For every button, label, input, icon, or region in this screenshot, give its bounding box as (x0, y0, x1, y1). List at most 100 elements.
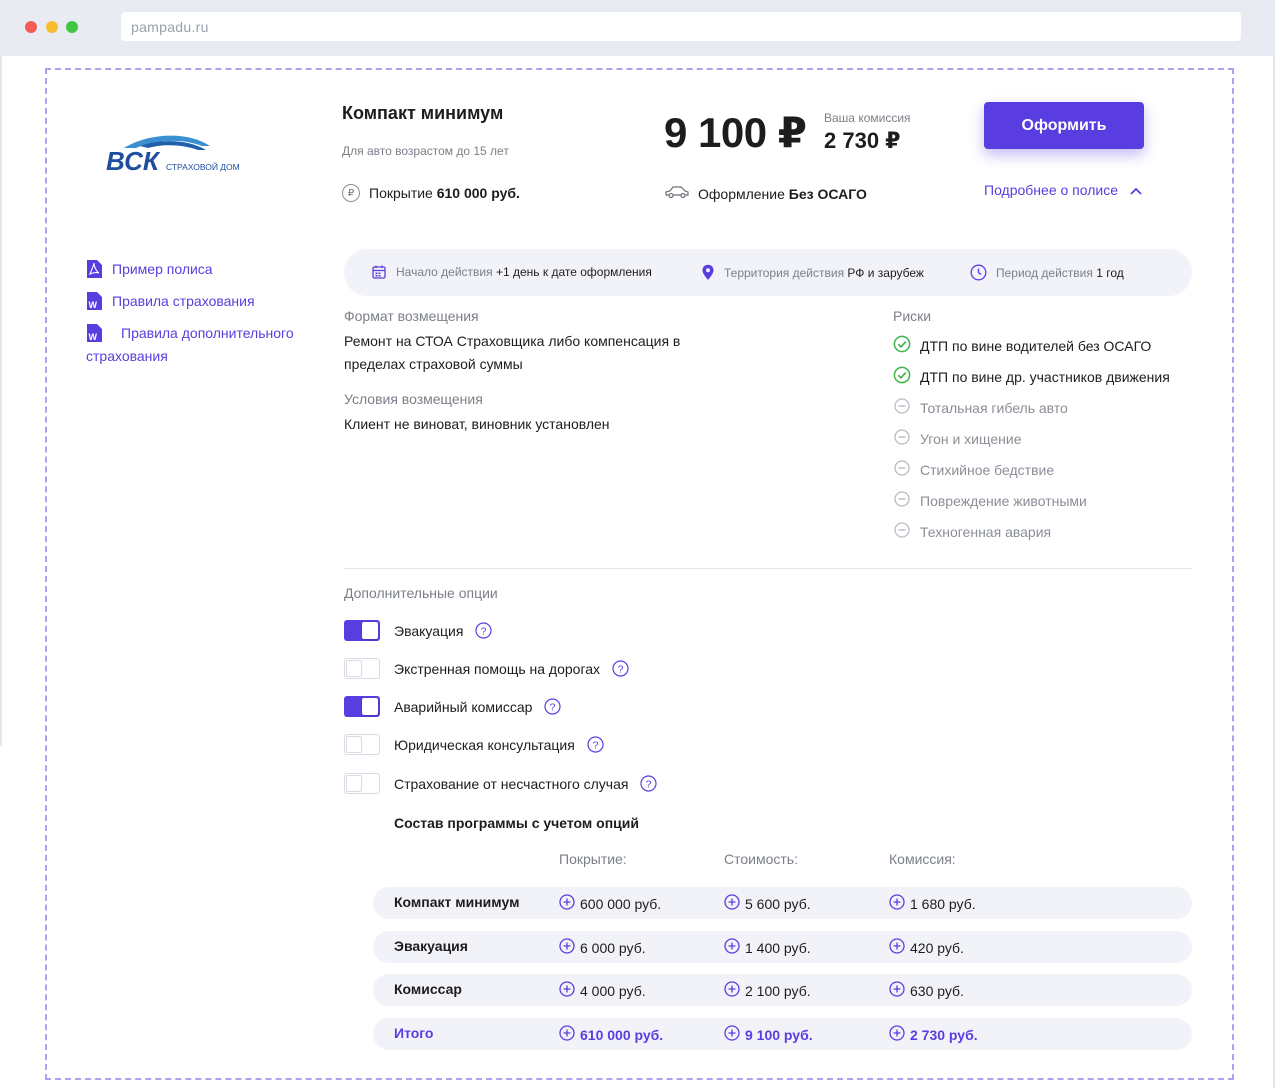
policy-details-link[interactable]: Подробнее о полисе (984, 182, 1142, 198)
svg-text:?: ? (592, 739, 598, 751)
option-toggle[interactable] (344, 734, 380, 755)
row-name: Компакт минимум (394, 894, 520, 910)
issue-value: Без ОСАГО (788, 185, 867, 202)
help-question-icon[interactable]: ? (544, 698, 562, 715)
risk-item: ДТП по вине др. участников движения (893, 361, 1170, 392)
option-label: Аварийный комиссар (394, 698, 533, 715)
policy-terms-bar: Начало действия +1 день к дате оформлени… (344, 249, 1192, 296)
row-commission-value: 2 730 руб. (910, 1026, 978, 1043)
conditions-label: Условия возмещения (344, 391, 483, 407)
help-question-icon[interactable]: ? (475, 622, 493, 639)
help-question-icon[interactable]: ? (640, 775, 658, 792)
browser-toolbar: pampadu.ru (0, 0, 1275, 56)
issue-label: Оформление (698, 185, 785, 202)
doc-link-insurance-rules[interactable]: W Правила страхования (86, 290, 316, 313)
coverage-value: 610 000 руб. (436, 185, 520, 201)
window-maximize-button[interactable] (66, 21, 78, 33)
window-minimize-button[interactable] (46, 21, 58, 33)
window-close-button[interactable] (25, 21, 37, 33)
policy-card (45, 68, 1234, 1080)
logo-text: ВСК (106, 146, 161, 176)
toggle-knob (346, 736, 362, 753)
plan-title: Компакт минимум (342, 103, 504, 123)
minus-circle-icon (893, 397, 911, 418)
row-commission: 1 680 руб. (889, 894, 976, 913)
frame-left-edge (0, 56, 2, 746)
help-question-icon[interactable]: ? (587, 736, 604, 753)
check-circle-icon (893, 366, 911, 387)
row-cost: 9 100 руб. (724, 1025, 813, 1044)
row-commission-value: 420 руб. (910, 939, 964, 956)
policy-details-label[interactable]: Подробнее о полисе (984, 182, 1118, 198)
row-cost-value: 1 400 руб. (745, 939, 811, 956)
table-row: Эвакуация 6 000 руб. 1 400 руб. 420 руб. (373, 931, 1192, 963)
submit-button[interactable]: Оформить (984, 102, 1144, 149)
doc-label[interactable]: Правила дополнительного страхования (86, 325, 294, 364)
plan-subtitle: Для авто возрастом до 15 лет (342, 144, 509, 158)
address-bar[interactable]: pampadu.ru (121, 12, 1241, 41)
toggle-knob (362, 622, 378, 639)
row-name: Эвакуация (394, 938, 468, 954)
ruble-icon: ₽ (342, 184, 360, 202)
period-info: Период действия 1 год (970, 264, 1124, 281)
risk-item: Тотальная гибель авто (893, 392, 1170, 423)
calendar-icon (372, 265, 386, 279)
option-toggle[interactable] (344, 773, 380, 794)
doc-label[interactable]: Пример полиса (112, 258, 213, 281)
doc-label[interactable]: Правила страхования (112, 290, 255, 313)
territory-value: РФ и зарубеж (847, 265, 924, 280)
row-cost-value: 5 600 руб. (745, 895, 811, 912)
plus-circle-icon (559, 938, 575, 957)
format-text: Ремонт на СТОА Страховщика либо компенса… (344, 333, 681, 372)
svg-text:W: W (89, 300, 98, 310)
toggle-knob (362, 698, 378, 715)
period-label: Период действия (996, 265, 1093, 280)
svg-text:?: ? (481, 625, 487, 637)
vsk-logo: ВСК СТРАХОВОЙ ДОМ (106, 132, 256, 176)
option-item: Экстренная помощь на дорогах? (344, 658, 629, 679)
period-value: 1 год (1096, 265, 1124, 280)
risk-item: ДТП по вине водителей без ОСАГО (893, 330, 1170, 361)
reimbursement-format: Формат возмещения Ремонт на СТОА Страхов… (344, 308, 744, 376)
help-question-icon[interactable]: ? (612, 660, 629, 677)
row-name: Комиссар (394, 981, 462, 997)
row-commission-value: 630 руб. (910, 982, 964, 999)
doc-link-policy-example[interactable]: Пример полиса (86, 258, 316, 281)
risk-label: ДТП по вине др. участников движения (920, 368, 1170, 385)
doc-link-additional-rules[interactable]: W Правила дополнительного страхования (86, 322, 316, 368)
option-toggle[interactable] (344, 620, 380, 641)
row-cost: 5 600 руб. (724, 894, 811, 913)
row-cost-value: 9 100 руб. (745, 1026, 813, 1043)
row-cost: 2 100 руб. (724, 981, 811, 1000)
risk-label: Повреждение животными (920, 492, 1087, 509)
plus-circle-icon (724, 938, 740, 957)
option-item: Страхование от несчастного случая? (344, 773, 658, 794)
policy-price: 9 100 ₽ (664, 109, 807, 156)
logo-subtitle: СТРАХОВОЙ ДОМ (166, 161, 240, 172)
column-header-cost: Стоимость: (724, 851, 798, 867)
chevron-up-icon[interactable] (1130, 182, 1142, 198)
territory-label: Территория действия (724, 265, 845, 280)
option-label: Страхование от несчастного случая (394, 775, 629, 792)
row-commission: 630 руб. (889, 981, 964, 1000)
location-pin-icon (702, 264, 714, 280)
start-value: +1 день к дате оформления (495, 265, 652, 279)
check-circle-icon (893, 335, 911, 356)
option-toggle[interactable] (344, 696, 380, 717)
word-file-icon: W (87, 292, 102, 310)
row-coverage-value: 610 000 руб. (580, 1026, 664, 1043)
option-item: Эвакуация? (344, 620, 493, 641)
row-coverage: 6 000 руб. (559, 938, 646, 957)
row-name: Итого (394, 1025, 434, 1041)
plus-circle-icon (559, 894, 575, 913)
option-toggle[interactable] (344, 658, 380, 679)
plus-circle-icon (889, 981, 905, 1000)
coverage-label: Покрытие (369, 185, 433, 201)
territory-info: Территория действия РФ и зарубеж (701, 264, 924, 281)
pdf-file-icon (87, 260, 102, 278)
risk-item: Повреждение животными (893, 485, 1170, 516)
option-label: Юридическая консультация (394, 736, 575, 753)
option-item: Аварийный комиссар? (344, 696, 562, 717)
risk-item: Стихийное бедствие (893, 454, 1170, 485)
plus-circle-icon (724, 894, 740, 913)
